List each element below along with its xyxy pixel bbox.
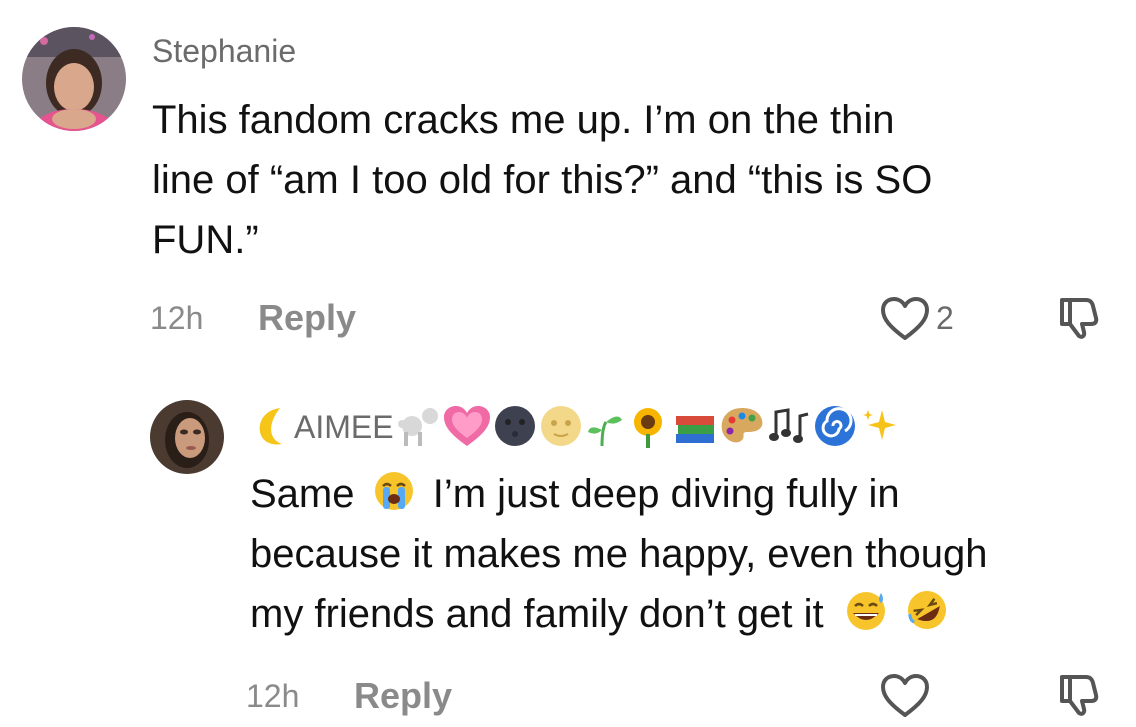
thumbs-down-icon[interactable] — [1056, 294, 1102, 340]
comment-text-rest: my friends and family don’t get it — [250, 592, 824, 636]
sparkles-icon — [862, 410, 896, 440]
comment-text: Same I’m just deep diving fully in becau… — [250, 464, 1130, 644]
full-moon-face-icon — [540, 406, 581, 446]
books-icon — [675, 416, 714, 443]
comment-stephanie: Stephanie This fandom cracks me up. I’m … — [0, 0, 1136, 360]
comment-text-line: my friends and family don’t get it — [250, 584, 1130, 644]
comment-text-first-word: Same — [250, 472, 355, 516]
comment-text-line: line of “am I too old for this?” and “th… — [152, 158, 933, 202]
artist-palette-icon — [721, 408, 762, 443]
cyclone-icon — [814, 406, 855, 446]
comment-timestamp: 12h — [246, 678, 300, 714]
loudly-crying-face-icon — [374, 472, 413, 510]
comment-text-line: Same I’m just deep diving fully in — [250, 464, 1130, 524]
reply-button[interactable]: Reply — [258, 297, 356, 339]
comment-text-line: because it makes me happy, even though — [250, 532, 988, 576]
comment-text-rest: I’m just deep diving fully in — [432, 472, 900, 516]
growing-heart-icon — [443, 406, 490, 446]
heart-outline-icon[interactable] — [880, 673, 930, 719]
comment-text-line: This fandom cracks me up. I’m on the thi… — [152, 98, 895, 142]
rolling-on-floor-laughing-icon — [907, 591, 946, 629]
heart-outline-icon[interactable] — [880, 296, 930, 342]
comment-text: This fandom cracks me up. I’m on the thi… — [152, 90, 1112, 270]
poodle-icon — [397, 408, 438, 446]
like-count: 2 — [936, 300, 954, 336]
thumbs-down-icon[interactable] — [1056, 671, 1102, 717]
comment-author[interactable]: Stephanie — [152, 33, 296, 70]
seedling-icon — [587, 416, 622, 447]
author-name: AIMEE — [294, 409, 394, 445]
crescent-moon-icon — [259, 408, 282, 445]
comment-text-line: FUN.” — [152, 218, 259, 262]
comment-timestamp: 12h — [150, 300, 204, 336]
avatar[interactable] — [22, 27, 126, 131]
musical-notes-icon — [768, 408, 808, 443]
grinning-sweat-face-icon — [846, 592, 885, 630]
reply-button[interactable]: Reply — [354, 675, 452, 717]
comment-aimee: AIMEE Same I’m just deep diving fully in… — [0, 380, 1136, 727]
comment-author[interactable]: AIMEE — [250, 404, 902, 448]
avatar[interactable] — [150, 400, 224, 474]
sunflower-icon — [633, 408, 662, 448]
new-moon-face-icon — [494, 406, 535, 446]
